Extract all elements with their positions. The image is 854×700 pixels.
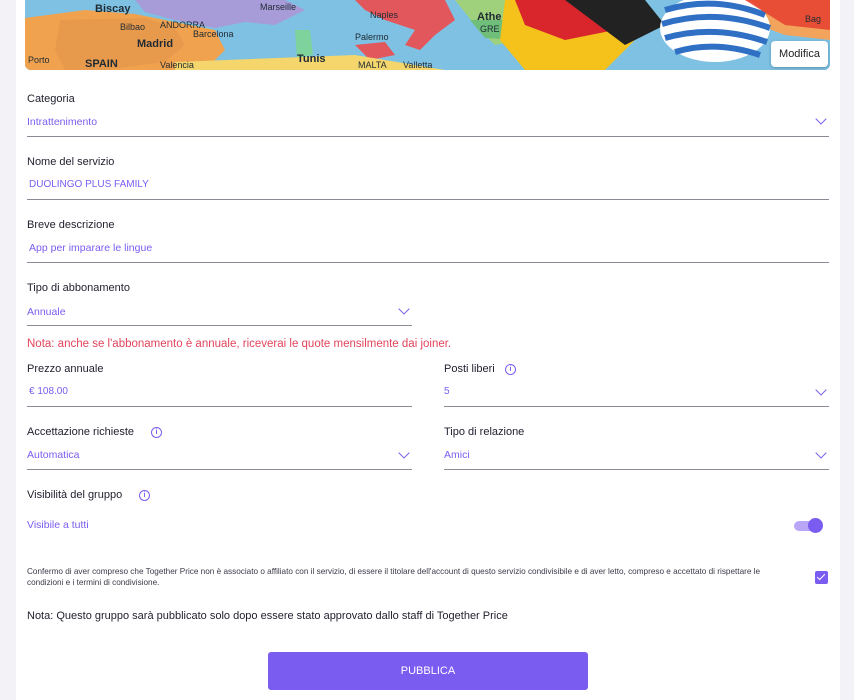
info-icon[interactable]: i	[151, 427, 162, 438]
map-label-greece: GRE	[480, 24, 500, 34]
service-name-underline	[27, 199, 829, 200]
visibility-toggle-knob[interactable]	[808, 518, 823, 533]
form-card	[16, 0, 840, 700]
service-name-label: Nome del servizio	[27, 156, 115, 168]
price-underline	[27, 406, 412, 407]
map-label-valletta: Valletta	[403, 60, 432, 70]
service-name-input[interactable]: DUOLINGO PLUS FAMILY	[29, 179, 149, 190]
free-seats-label: Posti liberi	[444, 363, 495, 375]
publish-button[interactable]: PUBBLICA	[268, 652, 588, 690]
visibility-label: Visibilità del gruppo	[27, 489, 123, 501]
info-icon[interactable]: i	[505, 364, 516, 375]
category-select[interactable]: Intrattenimento	[27, 116, 97, 128]
price-label: Prezzo annuale	[27, 363, 104, 375]
description-label: Breve descrizione	[27, 219, 115, 231]
map-label-spain: SPAIN	[85, 58, 118, 70]
acceptance-underline	[27, 469, 412, 470]
map-label-marseille: Marseille	[260, 2, 296, 12]
description-underline	[27, 262, 829, 263]
map-label-malta: MALTA	[358, 60, 387, 70]
price-input[interactable]: € 108.00	[29, 386, 68, 397]
map-label-tunis: Tunis	[297, 53, 326, 65]
subscription-type-label: Tipo di abbonamento	[27, 282, 130, 294]
acceptance-select[interactable]: Automatica	[27, 449, 80, 461]
confirmation-checkbox[interactable]	[815, 571, 828, 584]
acceptance-label: Accettazione richieste	[27, 426, 134, 438]
approval-note: Nota: Questo gruppo sarà pubblicato solo…	[27, 610, 508, 622]
map-label-bilbao: Bilbao	[120, 22, 145, 32]
cover-image: Biscay Bilbao ANDORRA Marseille Naples M…	[25, 0, 830, 70]
description-input[interactable]: App per imparare le lingue	[29, 242, 152, 254]
subscription-type-select[interactable]: Annuale	[27, 306, 66, 318]
map-label-porto: Porto	[28, 55, 50, 65]
map-label-athens: Athe	[477, 11, 501, 23]
category-underline	[27, 136, 829, 137]
map-label-madrid: Madrid	[137, 38, 173, 50]
edit-image-button[interactable]: Modifica	[771, 41, 828, 67]
map-label-naples: Naples	[370, 10, 399, 20]
annual-note: Nota: anche se l'abbonamento è annuale, …	[27, 338, 452, 350]
map-label-valencia: Valencia	[160, 60, 194, 70]
map-label-biscay: Biscay	[95, 3, 131, 15]
map-label-bag: Bag	[805, 14, 821, 24]
free-seats-select[interactable]: 5	[444, 386, 450, 397]
free-seats-underline	[444, 406, 829, 407]
category-label: Categoria	[27, 93, 75, 105]
info-icon[interactable]: i	[139, 490, 150, 501]
relationship-underline	[444, 469, 829, 470]
confirmation-text: Confermo di aver compreso che Together P…	[27, 567, 761, 587]
visibility-value: Visibile a tutti	[27, 519, 89, 531]
relationship-select[interactable]: Amici	[444, 449, 470, 461]
subscription-type-underline	[27, 325, 412, 326]
map-label-barcelona: Barcelona	[193, 29, 234, 39]
relationship-label: Tipo di relazione	[444, 426, 525, 438]
map-label-palermo: Palermo	[355, 32, 389, 42]
